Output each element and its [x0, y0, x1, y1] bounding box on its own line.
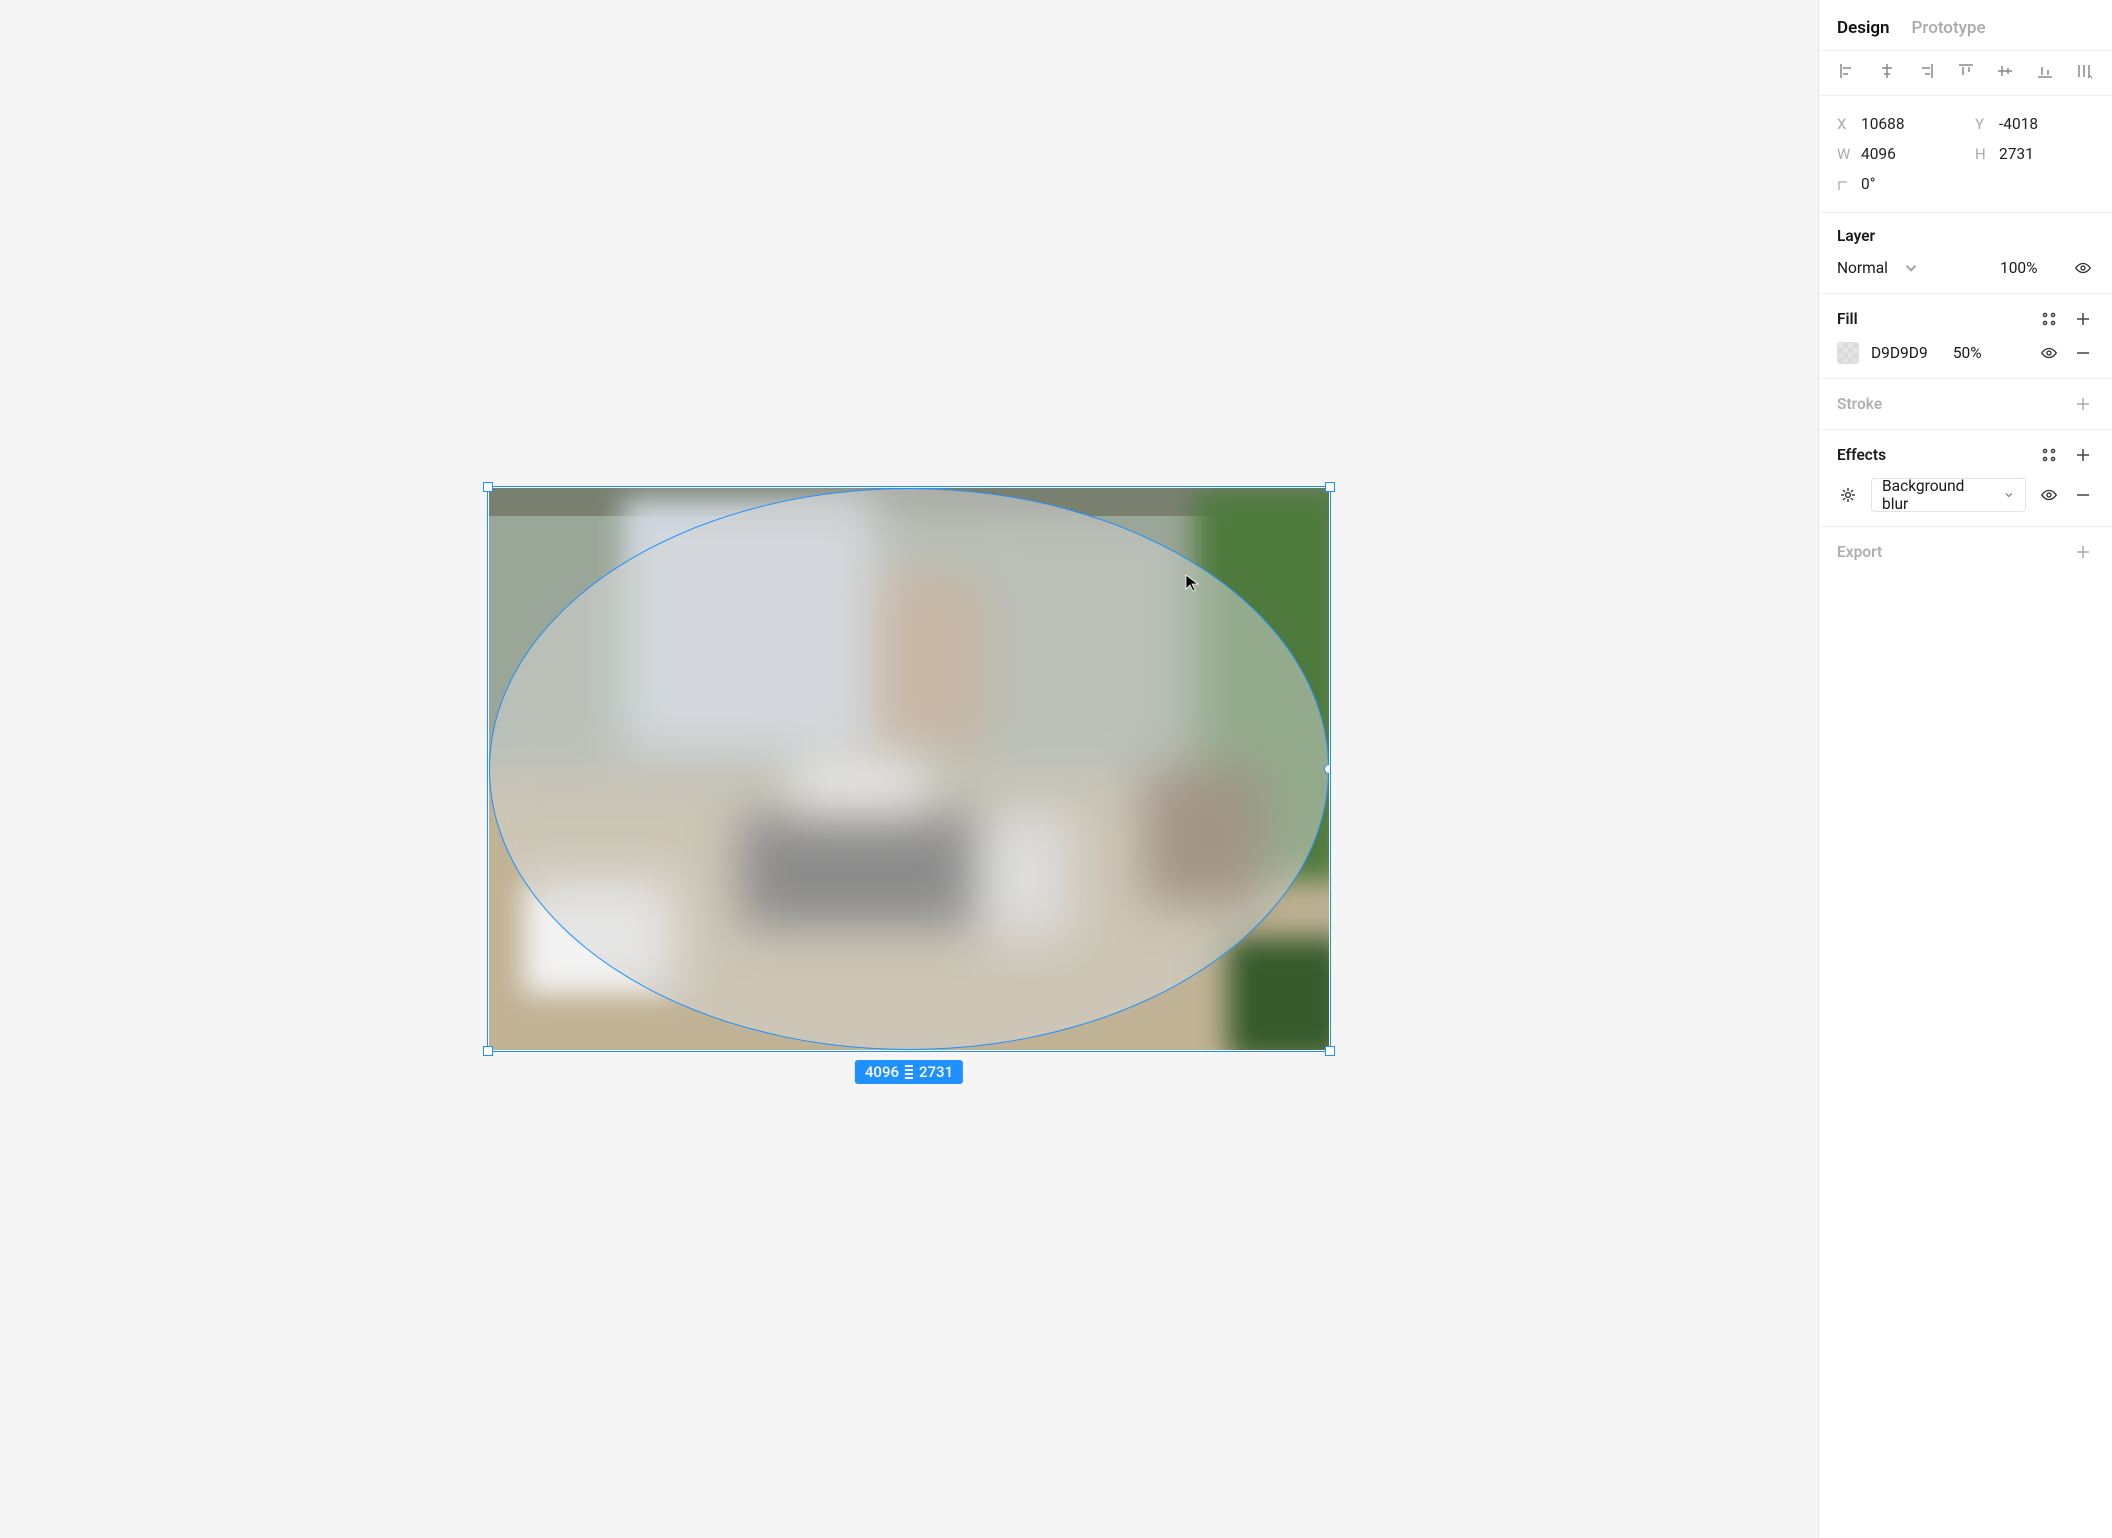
inspector-panel: Design Prototype X 10688 W 4096 [1818, 0, 2112, 1538]
selected-layer[interactable]: 4096 2731 [489, 488, 1329, 1050]
resize-handle-tl[interactable] [483, 482, 493, 492]
effects-styles-icon[interactable] [2038, 444, 2060, 466]
align-v-center-icon[interactable] [1995, 61, 2015, 81]
canvas[interactable]: 4096 2731 [0, 0, 1818, 1538]
dimensions-separator-icon [905, 1065, 913, 1079]
add-stroke-icon[interactable] [2072, 393, 2094, 415]
resize-handle-tr[interactable] [1325, 482, 1335, 492]
remove-effect-icon[interactable] [2072, 484, 2094, 506]
stroke-title: Stroke [1837, 395, 1882, 413]
eye-icon[interactable] [2038, 484, 2060, 506]
label-y: Y [1975, 115, 1991, 133]
fill-hex[interactable]: D9D9D9 [1871, 344, 1928, 362]
align-h-center-icon[interactable] [1877, 61, 1897, 81]
export-title: Export [1837, 543, 1882, 561]
layer-blend-mode[interactable]: Normal [1837, 259, 1888, 277]
value-h[interactable]: 2731 [1999, 145, 2081, 163]
section-effects: Effects Background blur [1819, 429, 2112, 526]
add-effect-icon[interactable] [2072, 444, 2094, 466]
value-w[interactable]: 4096 [1861, 145, 1943, 163]
label-x: X [1837, 115, 1853, 133]
align-top-icon[interactable] [1956, 61, 1976, 81]
badge-height: 2731 [919, 1063, 953, 1081]
section-stroke: Stroke [1819, 378, 2112, 429]
eye-icon[interactable] [2038, 342, 2060, 364]
rotation-icon [1837, 175, 1853, 193]
resize-handle-bl[interactable] [483, 1046, 493, 1056]
effect-type-label: Background blur [1882, 477, 1991, 513]
fill-swatch[interactable] [1837, 342, 1859, 364]
alignment-bar [1819, 50, 2112, 96]
fill-styles-icon[interactable] [2038, 308, 2060, 330]
section-export: Export [1819, 526, 2112, 577]
tab-prototype[interactable]: Prototype [1912, 18, 1986, 38]
chevron-down-icon [2003, 489, 2015, 501]
label-h: H [1975, 145, 1991, 163]
section-layer: Layer Normal 100% [1819, 212, 2112, 293]
eye-icon[interactable] [2072, 257, 2094, 279]
value-y[interactable]: -4018 [1999, 115, 2081, 133]
section-fill: Fill D9D9D9 50% [1819, 293, 2112, 378]
effect-settings-icon[interactable] [1837, 484, 1859, 506]
value-x[interactable]: 10688 [1861, 115, 1943, 133]
effect-type-select[interactable]: Background blur [1871, 478, 2026, 512]
chevron-down-icon[interactable] [1900, 257, 1922, 279]
align-bottom-icon[interactable] [2035, 61, 2055, 81]
layer-title: Layer [1837, 227, 2094, 255]
align-right-icon[interactable] [1916, 61, 1936, 81]
fill-opacity[interactable]: 50% [1953, 344, 2013, 362]
label-w: W [1837, 145, 1853, 163]
remove-fill-icon[interactable] [2072, 342, 2094, 364]
add-export-icon[interactable] [2072, 541, 2094, 563]
layer-image[interactable] [489, 488, 1329, 1050]
value-rotation[interactable]: 0° [1861, 175, 1943, 193]
add-fill-icon[interactable] [2072, 308, 2094, 330]
dimensions-badge: 4096 2731 [855, 1060, 963, 1084]
ellipse-shape[interactable] [489, 488, 1329, 1050]
effects-title: Effects [1837, 446, 1886, 464]
badge-width: 4096 [865, 1063, 899, 1081]
fill-title: Fill [1837, 310, 1858, 328]
tab-design[interactable]: Design [1837, 18, 1890, 38]
layer-opacity[interactable]: 100% [2000, 259, 2060, 277]
ellipse-vertex-handle[interactable] [1324, 764, 1329, 774]
align-more-icon[interactable] [2074, 61, 2094, 81]
align-left-icon[interactable] [1837, 61, 1857, 81]
resize-handle-br[interactable] [1325, 1046, 1335, 1056]
section-geometry: X 10688 W 4096 0° Y -4018 [1819, 96, 2112, 212]
inspector-tabs: Design Prototype [1819, 0, 2112, 50]
